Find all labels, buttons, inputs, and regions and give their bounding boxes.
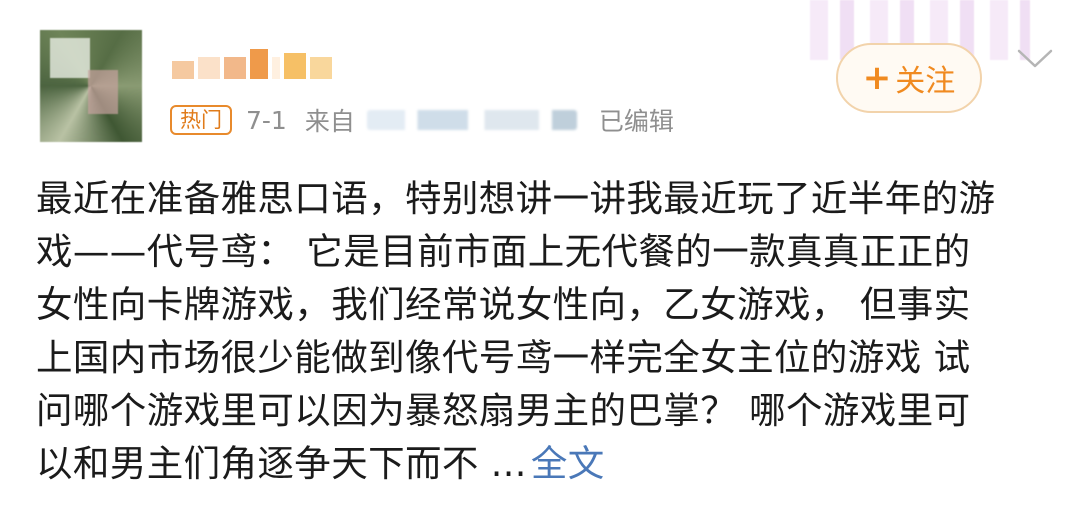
post-line: 以和男主们角逐争天下而不 ... bbox=[36, 442, 527, 485]
user-avatar[interactable] bbox=[40, 30, 142, 142]
post-last-line: 以和男主们角逐争天下而不 ... 全文 bbox=[36, 437, 1056, 490]
plus-icon: + bbox=[862, 58, 892, 98]
post-body: 最近在准备雅思口语，特别想讲一讲我最近玩了近半年的游 戏——代号鸢： 它是目前市… bbox=[36, 172, 1056, 490]
post-meta: 热门 7-1 来自 已编辑 bbox=[170, 103, 674, 137]
follow-button-label: 关注 bbox=[895, 64, 956, 99]
post-line: 最近在准备雅思口语，特别想讲一讲我最近玩了近半年的游 bbox=[36, 177, 996, 220]
hot-badge: 热门 bbox=[170, 105, 232, 135]
post-line: 女性向卡牌游戏，我们经常说女性向，乙女游戏， 但事实 bbox=[36, 283, 971, 326]
full-text-link[interactable]: 全文 bbox=[531, 442, 605, 485]
source-name-blurred bbox=[366, 110, 577, 130]
post-date: 7-1 bbox=[246, 105, 287, 135]
username-blurred[interactable] bbox=[172, 45, 342, 79]
edited-label[interactable]: 已编辑 bbox=[599, 102, 674, 138]
post-line: 上国内市场很少能做到像代号鸢一样完全女主位的游戏 试 bbox=[36, 336, 971, 379]
post-line: 戏——代号鸢： 它是目前市面上无代餐的一款真真正正的 bbox=[36, 230, 971, 273]
source-label: 来自 bbox=[304, 107, 355, 136]
chevron-down-icon[interactable] bbox=[1016, 48, 1054, 70]
follow-button[interactable]: + 关注 bbox=[836, 43, 982, 113]
post-line: 问哪个游戏里可以因为暴怒扇男主的巴掌？ 哪个游戏里可 bbox=[36, 389, 971, 432]
